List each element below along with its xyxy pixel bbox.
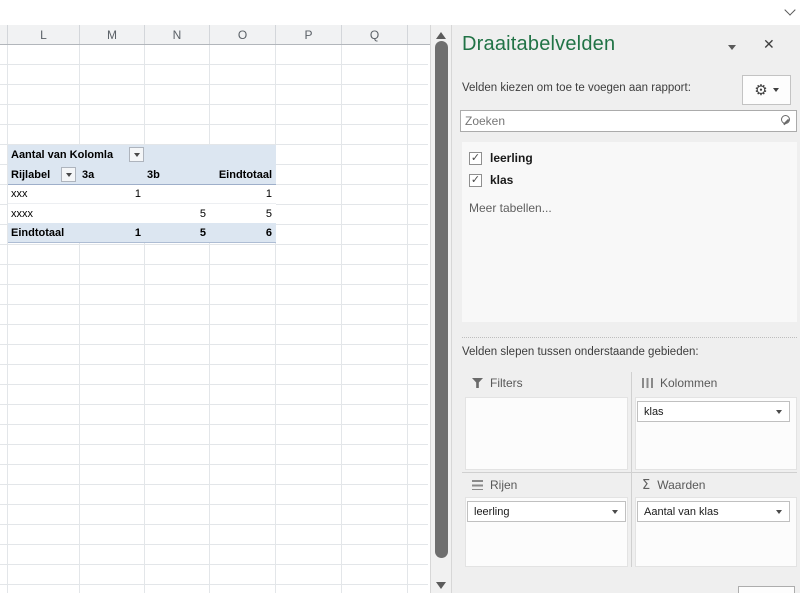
field-pill-leerling[interactable]: leerling bbox=[467, 501, 626, 522]
pivot-cell[interactable]: 5 bbox=[145, 223, 206, 242]
dropdown-arrow-icon bbox=[772, 88, 779, 92]
pivot-grandtotal-row: Eindtotaal 1 5 6 bbox=[8, 223, 276, 243]
pivot-row-label[interactable]: xxxx bbox=[11, 204, 61, 223]
column-headers: L M N O P Q bbox=[0, 25, 430, 45]
field-pill-aantal-van-klas[interactable]: Aantal van klas bbox=[637, 501, 790, 522]
areas-vertical-divider bbox=[631, 372, 632, 567]
area-label-text: Kolommen bbox=[660, 376, 718, 390]
dropdown-arrow-icon bbox=[133, 152, 140, 157]
pivot-column-grandtotal[interactable]: Eindtotaal bbox=[210, 165, 272, 184]
area-label-text: Waarden bbox=[657, 478, 706, 492]
field-item-leerling[interactable]: ✓ leerling bbox=[462, 147, 797, 169]
pivottable-fields-pane: Draaitabelvelden ✕ Velden kiezen om toe … bbox=[452, 25, 800, 593]
field-list: ✓ leerling ✓ klas Meer tabellen... bbox=[462, 142, 797, 322]
column-header-L[interactable]: L bbox=[8, 25, 80, 44]
area-label-text: Rijen bbox=[490, 478, 518, 492]
dropdown-arrow-icon bbox=[65, 172, 72, 177]
search-box bbox=[460, 110, 797, 132]
filter-funnel-icon bbox=[472, 378, 483, 388]
tools-button[interactable]: ⚙ bbox=[742, 75, 791, 105]
collapse-ribbon-chevron-icon[interactable] bbox=[784, 4, 796, 16]
pane-title: Draaitabelvelden bbox=[462, 33, 616, 55]
pivot-cell[interactable]: 1 bbox=[210, 185, 272, 203]
pivot-cell[interactable]: 5 bbox=[145, 204, 206, 223]
pivot-cell[interactable]: 6 bbox=[210, 223, 272, 242]
pivot-column-3b[interactable]: 3b bbox=[147, 165, 187, 184]
rows-icon bbox=[472, 480, 483, 490]
pane-divider bbox=[462, 337, 797, 338]
worksheet[interactable]: L M N O P Q Aantal van Kolomla Rijlabel … bbox=[0, 25, 430, 593]
search-icon[interactable] bbox=[781, 115, 790, 124]
pill-label: leerling bbox=[474, 505, 510, 518]
columns-icon bbox=[642, 378, 653, 388]
rows-area-label: Rijen bbox=[472, 478, 517, 492]
scroll-up-arrow-icon[interactable] bbox=[436, 32, 446, 39]
pivot-data-row: xxx 1 1 bbox=[8, 185, 276, 204]
pill-label: klas bbox=[644, 405, 664, 418]
excel-window: L M N O P Q Aantal van Kolomla Rijlabel … bbox=[0, 0, 800, 593]
formula-bar-strip bbox=[0, 0, 800, 25]
checkbox-checked[interactable]: ✓ bbox=[469, 173, 482, 187]
pivot-header-row: Aantal van Kolomla bbox=[8, 145, 276, 165]
pane-options-chevron-icon[interactable] bbox=[728, 45, 736, 50]
dropdown-arrow-icon bbox=[612, 510, 618, 514]
column-header-P[interactable]: P bbox=[276, 25, 342, 44]
filters-drop-area[interactable] bbox=[465, 397, 628, 470]
pivot-row-label[interactable]: Eindtotaal bbox=[11, 223, 81, 242]
column-header-O[interactable]: O bbox=[210, 25, 276, 44]
column-header-partial[interactable] bbox=[0, 25, 8, 44]
sigma-icon: Σ bbox=[642, 477, 651, 493]
column-header-Q[interactable]: Q bbox=[342, 25, 408, 44]
pivot-column-filter-button[interactable] bbox=[129, 147, 144, 162]
column-header-M[interactable]: M bbox=[80, 25, 145, 44]
filters-area-label: Filters bbox=[472, 376, 523, 390]
close-icon[interactable]: ✕ bbox=[763, 37, 775, 51]
pivot-cell[interactable] bbox=[80, 204, 141, 223]
field-item-klas[interactable]: ✓ klas bbox=[462, 169, 797, 191]
search-input[interactable] bbox=[465, 111, 770, 131]
pivot-values-caption[interactable]: Aantal van Kolomla bbox=[11, 145, 126, 165]
pivot-cell[interactable]: 1 bbox=[80, 223, 141, 242]
drag-fields-text: Velden slepen tussen onderstaande gebied… bbox=[462, 346, 699, 358]
field-pill-klas[interactable]: klas bbox=[637, 401, 790, 422]
scrollbar-thumb[interactable] bbox=[435, 41, 448, 558]
pivot-labels-row: Rijlabel 3a 3b Eindtotaal bbox=[8, 165, 276, 185]
vertical-scrollbar[interactable] bbox=[430, 25, 452, 593]
pivot-cell[interactable]: 1 bbox=[80, 185, 141, 203]
pivot-table: Aantal van Kolomla Rijlabel 3a 3b Eindto… bbox=[8, 145, 276, 243]
pivot-row-labels-caption[interactable]: Rijlabel bbox=[11, 165, 61, 184]
dropdown-arrow-icon bbox=[776, 410, 782, 414]
field-label: klas bbox=[490, 173, 514, 187]
update-button-partial[interactable] bbox=[738, 586, 795, 593]
scroll-down-arrow-icon[interactable] bbox=[436, 582, 446, 589]
values-area-label: Σ Waarden bbox=[642, 478, 705, 492]
pivot-row-label[interactable]: xxx bbox=[11, 185, 61, 203]
more-tables-link[interactable]: Meer tabellen... bbox=[469, 201, 797, 215]
sheet-grid[interactable]: Aantal van Kolomla Rijlabel 3a 3b Eindto… bbox=[0, 45, 428, 593]
areas-horizontal-divider bbox=[462, 472, 797, 473]
columns-area-label: Kolommen bbox=[642, 376, 717, 390]
area-label-text: Filters bbox=[490, 376, 523, 390]
pivot-data-row: xxxx 5 5 bbox=[8, 204, 276, 223]
checkbox-checked[interactable]: ✓ bbox=[469, 151, 482, 165]
field-label: leerling bbox=[490, 151, 533, 165]
pivot-column-3a[interactable]: 3a bbox=[82, 165, 122, 184]
choose-fields-text: Velden kiezen om toe te voegen aan rappo… bbox=[462, 82, 691, 94]
gear-icon: ⚙ bbox=[754, 80, 768, 99]
pivot-cell[interactable]: 5 bbox=[210, 204, 272, 223]
pivot-cell[interactable] bbox=[145, 185, 206, 203]
column-header-partial[interactable] bbox=[408, 25, 430, 44]
dropdown-arrow-icon bbox=[776, 510, 782, 514]
pivot-row-filter-button[interactable] bbox=[61, 167, 76, 182]
pill-label: Aantal van klas bbox=[644, 505, 719, 518]
column-header-N[interactable]: N bbox=[145, 25, 210, 44]
